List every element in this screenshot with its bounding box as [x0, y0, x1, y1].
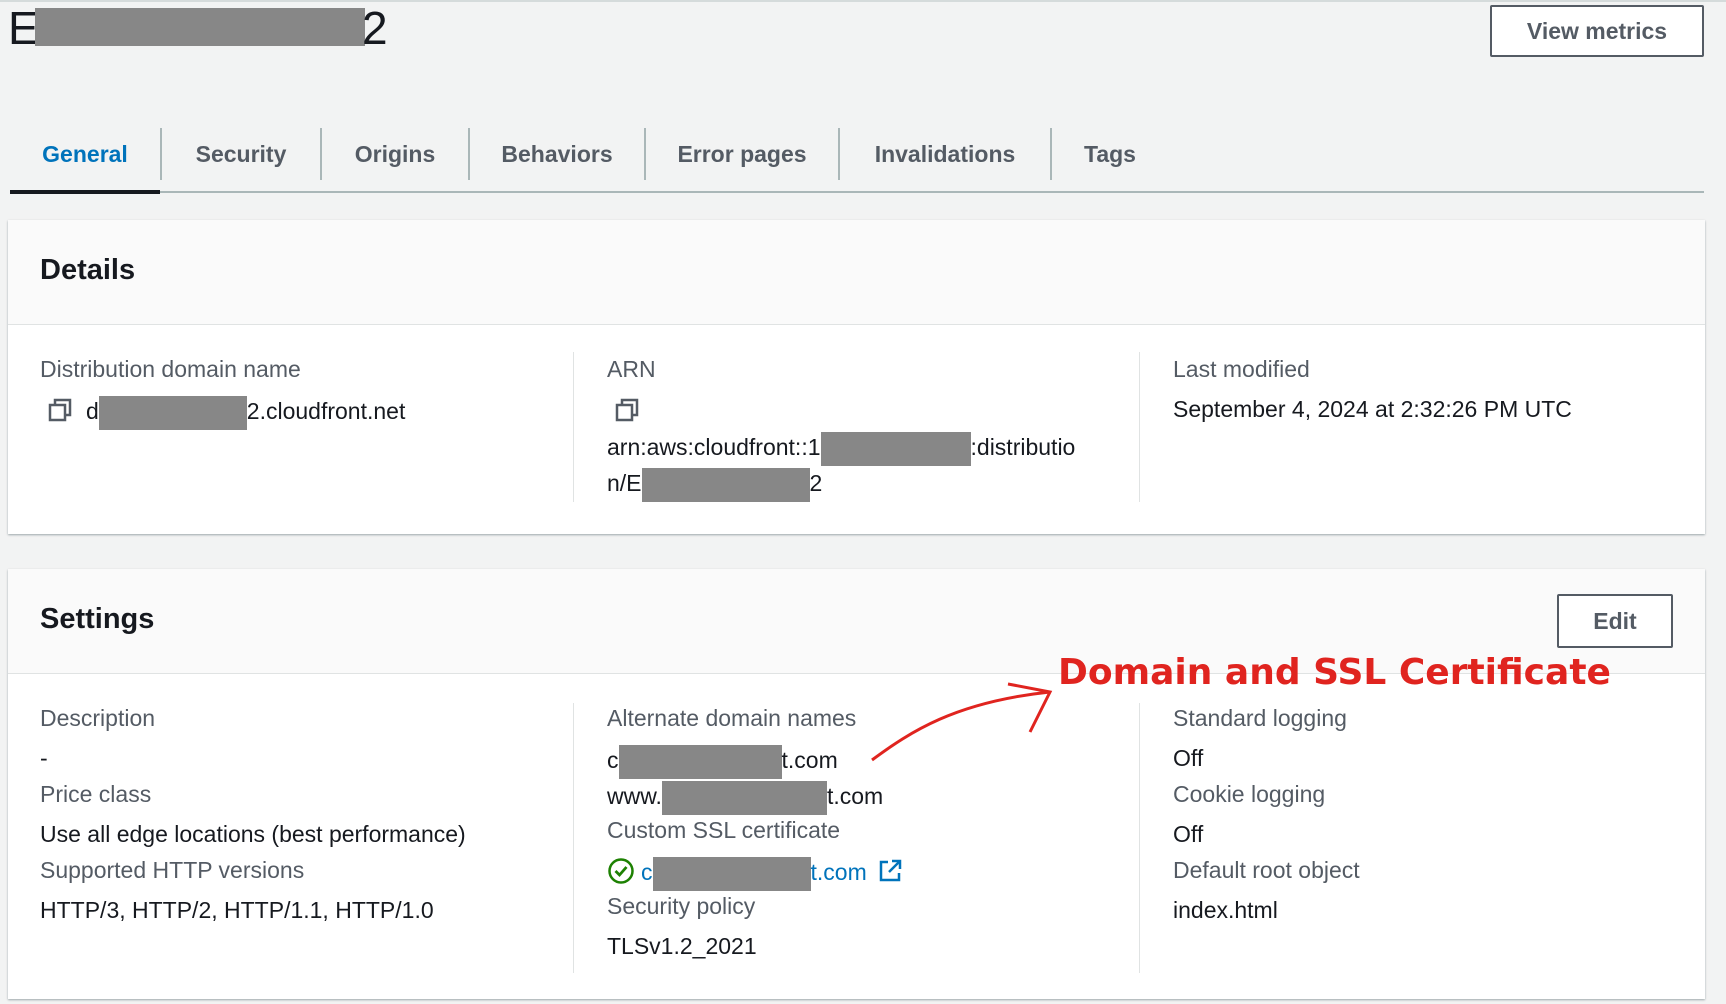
- top-divider: [0, 0, 1726, 2]
- description-label: Description: [40, 705, 156, 731]
- tab-error-pages[interactable]: Error pages: [646, 118, 838, 191]
- distribution-domain-label: Distribution domain name: [40, 356, 301, 382]
- arn-label: ARN: [607, 356, 656, 382]
- default-root-object-value: index.html: [1173, 897, 1278, 923]
- copy-icon[interactable]: [613, 396, 641, 424]
- arn-value-line1: arn:aws:cloudfront::1:distributio: [607, 432, 1075, 466]
- arn-value-line2: n/E 2: [607, 468, 822, 502]
- standard-logging-label: Standard logging: [1173, 705, 1347, 731]
- title-redaction: [35, 8, 365, 46]
- settings-title: Settings: [40, 603, 155, 635]
- edit-button[interactable]: Edit: [1557, 594, 1673, 648]
- redaction: [661, 781, 827, 815]
- redaction: [98, 396, 247, 430]
- tab-security[interactable]: Security: [162, 118, 320, 191]
- cookie-logging-label: Cookie logging: [1173, 781, 1326, 807]
- external-link-icon[interactable]: [877, 858, 903, 884]
- http-versions-value: HTTP/3, HTTP/2, HTTP/1.1, HTTP/1.0: [40, 897, 434, 923]
- tab-invalidations[interactable]: Invalidations: [840, 118, 1050, 191]
- column-divider: [573, 352, 574, 502]
- price-class-label: Price class: [40, 781, 152, 807]
- column-divider: [1139, 352, 1140, 502]
- tab-tags[interactable]: Tags: [1052, 118, 1168, 191]
- view-metrics-button[interactable]: View metrics: [1490, 5, 1704, 57]
- price-class-value: Use all edge locations (best performance…: [40, 821, 466, 847]
- tab-bar: General Security Origins Behaviors Error…: [10, 118, 1704, 194]
- annotation-text: Domain and SSL Certificate: [1058, 652, 1611, 693]
- ssl-certificate-label: Custom SSL certificate: [607, 817, 841, 843]
- ssl-certificate-link[interactable]: c t.com: [641, 857, 867, 891]
- last-modified-value: September 4, 2024 at 2:32:26 PM UTC: [1173, 396, 1572, 422]
- page-title-suffix: 2: [362, 2, 388, 54]
- tab-general[interactable]: General: [10, 118, 160, 194]
- details-title: Details: [40, 254, 136, 286]
- default-root-object-label: Default root object: [1173, 857, 1360, 883]
- details-panel: Details Distribution domain name d 2.clou…: [8, 220, 1705, 534]
- redaction: [820, 432, 971, 466]
- column-divider: [573, 703, 574, 973]
- details-header: Details: [8, 220, 1705, 325]
- redaction: [652, 857, 811, 891]
- tab-behaviors[interactable]: Behaviors: [470, 118, 644, 191]
- settings-panel: Settings Edit Description - Price class …: [8, 569, 1705, 999]
- description-value: -: [40, 745, 48, 771]
- alternate-domains-label: Alternate domain names: [607, 705, 857, 731]
- last-modified-label: Last modified: [1173, 356, 1310, 382]
- cookie-logging-value: Off: [1173, 821, 1204, 847]
- column-divider: [1139, 703, 1140, 973]
- redaction: [641, 468, 810, 502]
- distribution-domain-value: d 2.cloudfront.net: [86, 396, 405, 430]
- standard-logging-value: Off: [1173, 745, 1204, 771]
- tab-origins[interactable]: Origins: [322, 118, 468, 191]
- copy-icon[interactable]: [46, 396, 74, 424]
- annotation-arrow: [871, 682, 1053, 762]
- alternate-domain-item: c t.com: [607, 745, 838, 779]
- security-policy-label: Security policy: [607, 893, 756, 919]
- redaction: [618, 745, 782, 779]
- security-policy-value: TLSv1.2_2021: [607, 933, 757, 959]
- http-versions-label: Supported HTTP versions: [40, 857, 305, 883]
- success-check-icon: [608, 858, 634, 884]
- alternate-domain-item: www. t.com: [607, 781, 883, 815]
